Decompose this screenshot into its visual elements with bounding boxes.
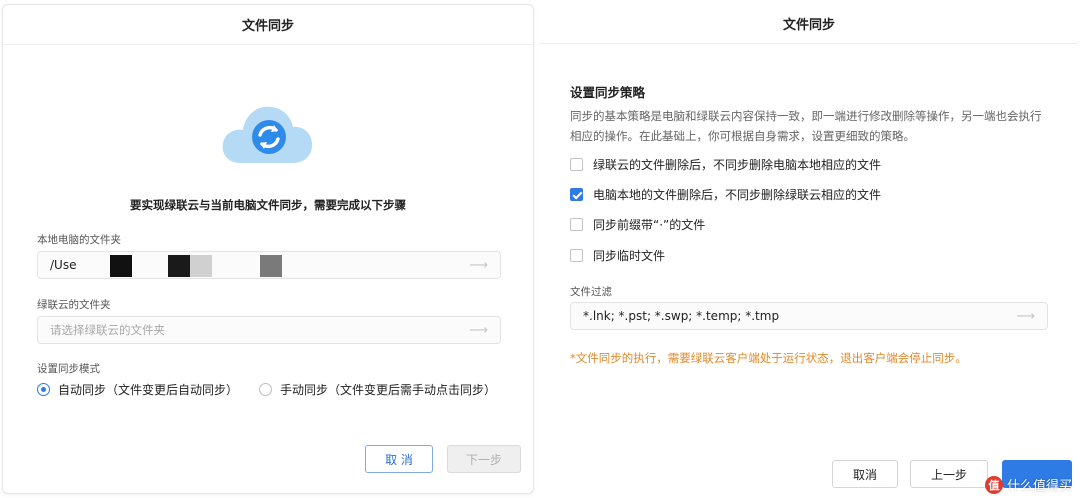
filter-input[interactable]: *.lnk; *.pst; *.swp; *.temp; *.tmp ⟶ <box>570 302 1048 330</box>
radio-unchecked-icon[interactable] <box>259 383 272 396</box>
local-folder-value: /Use <box>50 258 77 272</box>
checkbox-icon[interactable] <box>570 249 583 262</box>
watermark-text: 什么值得买 <box>1006 479 1072 494</box>
option-label: 电脑本地的文件删除后，不同步删除绿联云相应的文件 <box>593 188 882 202</box>
dialog-title: 文件同步 <box>540 4 1078 44</box>
option-no-delete-local[interactable]: 绿联云的文件删除后，不同步删除电脑本地相应的文件 <box>570 156 881 173</box>
filter-value: *.lnk; *.pst; *.swp; *.temp; *.tmp <box>583 309 780 323</box>
dialog-title: 文件同步 <box>3 5 533 45</box>
checkbox-icon[interactable] <box>570 218 583 231</box>
checkbox-checked-icon[interactable] <box>570 188 583 201</box>
option-label: 同步临时文件 <box>593 249 666 263</box>
filter-label: 文件过滤 <box>570 286 612 298</box>
redacted-block <box>190 255 212 277</box>
option-no-delete-cloud[interactable]: 电脑本地的文件删除后，不同步删除绿联云相应的文件 <box>570 186 881 203</box>
radio-manual-sync-label: 手动同步（文件变更后需手动点击同步） <box>280 383 497 397</box>
cloud-folder-label: 绿联云的文件夹 <box>37 299 111 311</box>
radio-checked-icon[interactable] <box>37 383 50 396</box>
local-folder-label: 本地电脑的文件夹 <box>37 234 121 246</box>
sync-cloud-icon <box>222 106 313 163</box>
sync-mode-label: 设置同步模式 <box>37 363 100 375</box>
arrow-right-icon: ⟶ <box>1016 309 1035 324</box>
option-sync-dot-prefix[interactable]: 同步前缀带“·”的文件 <box>570 216 705 233</box>
site-watermark: 值 什么值得买 <box>984 475 1072 494</box>
radio-auto-sync-label: 自动同步（文件变更后自动同步） <box>58 383 239 397</box>
prev-button[interactable]: 上一步 <box>910 460 988 488</box>
arrow-right-icon: ⟶ <box>469 258 488 273</box>
cloud-folder-placeholder: 请选择绿联云的文件夹 <box>50 323 165 337</box>
option-sync-temp[interactable]: 同步临时文件 <box>570 247 665 264</box>
radio-auto-sync[interactable]: 自动同步（文件变更后自动同步） <box>37 381 238 398</box>
cancel-button[interactable]: 取 消 <box>365 445 433 473</box>
option-label: 绿联云的文件删除后，不同步删除电脑本地相应的文件 <box>593 158 882 172</box>
strategy-title: 设置同步策略 <box>570 85 646 100</box>
next-button[interactable]: 下一步 <box>447 445 521 473</box>
cloud-folder-input[interactable]: 请选择绿联云的文件夹 ⟶ <box>37 316 501 344</box>
sync-setup-dialog: 文件同步 要实现绿联云与当前电脑文件同步，需要完成以下步骤 本地电脑的文件夹 /… <box>2 4 534 494</box>
sync-warning: *文件同步的执行，需要绿联云客户端处于运行状态，退出客户端会停止同步。 <box>570 351 967 365</box>
checkbox-icon[interactable] <box>570 158 583 171</box>
radio-manual-sync[interactable]: 手动同步（文件变更后需手动点击同步） <box>259 381 496 398</box>
arrow-right-icon: ⟶ <box>469 323 488 338</box>
steps-heading: 要实现绿联云与当前电脑文件同步，需要完成以下步骤 <box>130 198 406 212</box>
strategy-description: 同步的基本策略是电脑和绿联云内容保持一致，即一端进行修改删除等操作，另一端也会执… <box>570 109 1042 143</box>
cancel-button[interactable]: 取消 <box>832 460 898 488</box>
local-folder-input[interactable]: /Use ⟶ <box>37 251 501 279</box>
watermark-badge-icon: 值 <box>984 475 1003 494</box>
sync-strategy-dialog: 文件同步 设置同步策略 同步的基本策略是电脑和绿联云内容保持一致，即一端进行修改… <box>540 4 1078 494</box>
redacted-block <box>260 255 282 277</box>
redacted-block <box>168 255 190 277</box>
redacted-block <box>110 255 132 277</box>
option-label: 同步前缀带“·”的文件 <box>593 218 706 232</box>
